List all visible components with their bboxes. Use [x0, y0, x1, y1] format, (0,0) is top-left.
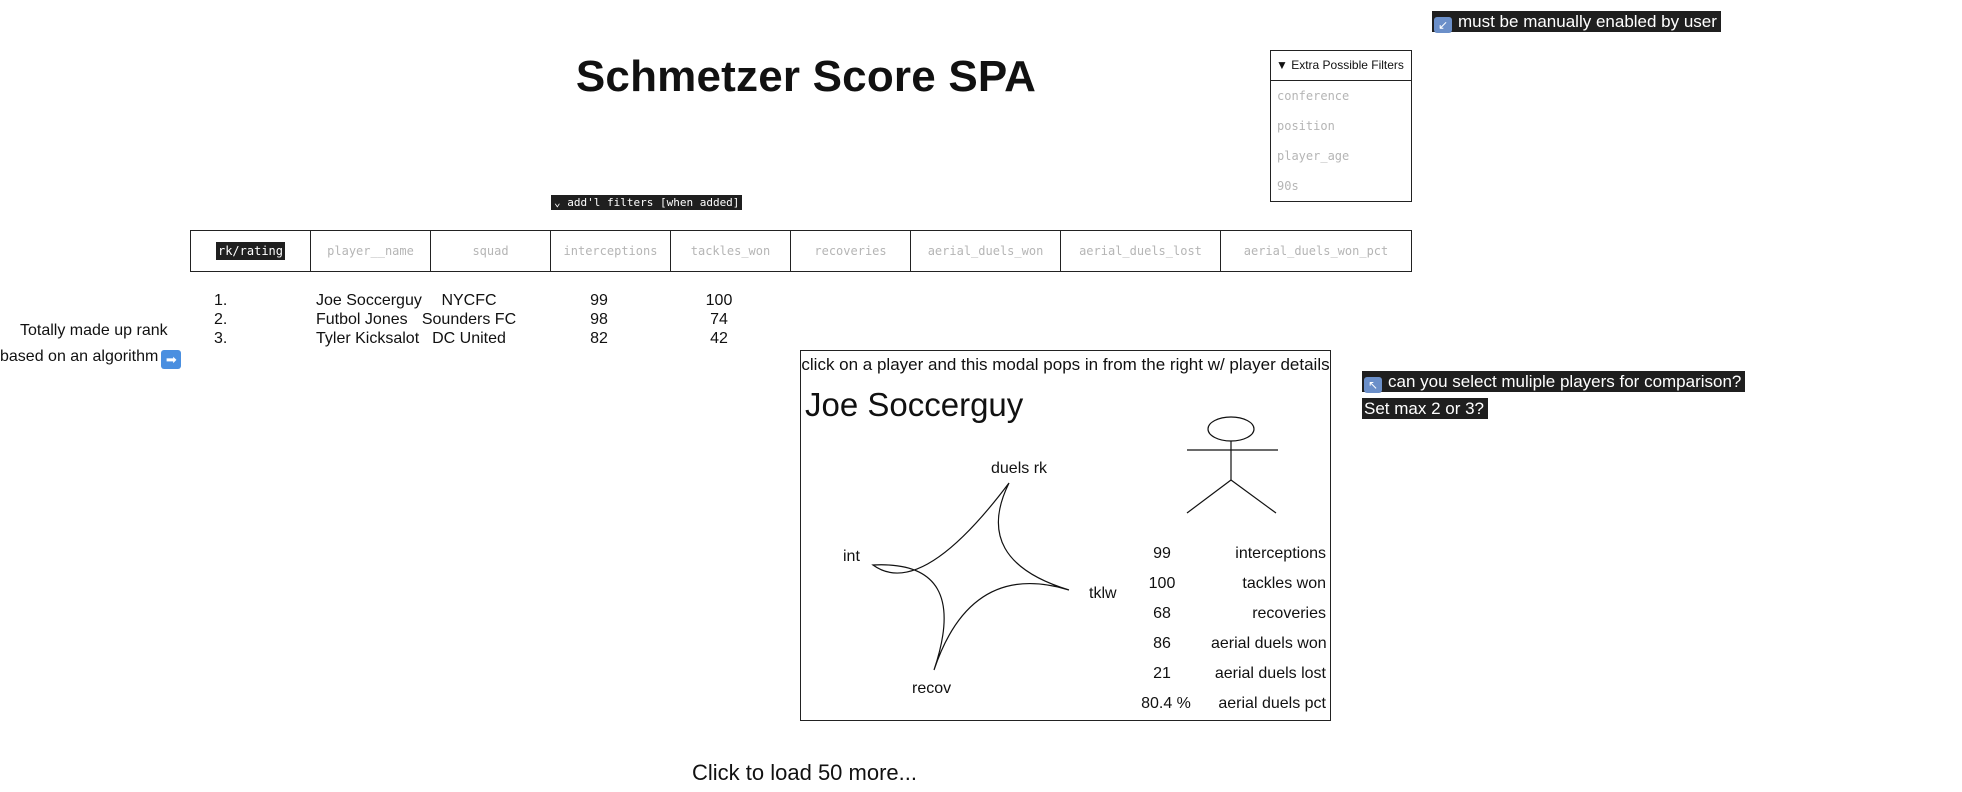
rank: 3.	[214, 330, 228, 347]
interceptions: 82	[590, 330, 608, 347]
column-squad[interactable]: squad	[431, 231, 551, 271]
extra-filters-header[interactable]: ▼ Extra Possible Filters	[1271, 51, 1411, 81]
tackles-won: 42	[710, 330, 728, 347]
diagonal-arrow-icon: ↖	[1364, 377, 1382, 393]
filter-option-player-age[interactable]: player_age	[1271, 141, 1411, 171]
player-list: 1. Joe Soccerguy NYCFC 99 100 2. Futbol …	[214, 292, 754, 349]
radar-shape	[871, 482, 1070, 671]
column-aerial-duels-won[interactable]: aerial_duels_won	[911, 231, 1061, 271]
filter-option-90s[interactable]: 90s	[1271, 171, 1411, 201]
rank-explanation-note: Totally made up rank based on an algorit…	[0, 318, 190, 370]
radar-label-int: int	[843, 548, 860, 565]
tackles-won: 100	[705, 292, 733, 309]
column-aerial-duels-won-pct[interactable]: aerial_duels_won_pct	[1221, 231, 1411, 271]
additional-filters-toggle[interactable]: ⌄ add'l filters [when added]	[551, 195, 743, 210]
radar-label-recov: recov	[912, 680, 952, 697]
player-name: Futbol Jones	[316, 311, 408, 328]
load-more-button[interactable]: Click to load 50 more...	[692, 760, 917, 786]
column-rk-rating[interactable]: rk/rating	[191, 231, 311, 271]
comparison-note: ↖ can you select muliple players for comp…	[1362, 371, 1746, 425]
tackles-won: 74	[710, 311, 728, 328]
column-interceptions[interactable]: interceptions	[551, 231, 671, 271]
diagonal-arrow-icon: ↙	[1434, 17, 1452, 33]
modal-caption: click on a player and this modal pops in…	[800, 350, 1331, 381]
squad: NYCFC	[441, 292, 497, 309]
player-row[interactable]: 1. Joe Soccerguy NYCFC 99 100	[214, 292, 754, 311]
column-player-name[interactable]: player__name	[311, 231, 431, 271]
filter-option-position[interactable]: position	[1271, 111, 1411, 141]
extra-filters-dropdown[interactable]: ▼ Extra Possible Filters conference posi…	[1270, 50, 1412, 202]
interceptions: 98	[590, 311, 608, 328]
manual-enable-note: ↙ must be manually enabled by user	[1432, 11, 1721, 33]
player-name: Tyler Kicksalot	[316, 330, 420, 347]
player-name: Joe Soccerguy	[316, 292, 422, 309]
column-aerial-duels-lost[interactable]: aerial_duels_lost	[1061, 231, 1221, 271]
radar-label-duels: duels rk	[991, 460, 1048, 477]
player-row[interactable]: 3. Tyler Kicksalot DC United 82 42	[214, 330, 754, 349]
column-tackles-won[interactable]: tackles_won	[671, 231, 791, 271]
filter-option-conference[interactable]: conference	[1271, 81, 1411, 111]
rank: 2.	[214, 311, 228, 328]
interceptions: 99	[590, 292, 608, 309]
radar-label-tklw: tklw	[1089, 585, 1117, 602]
right-arrow-icon: ➡	[161, 350, 182, 369]
column-recoveries[interactable]: recoveries	[791, 231, 911, 271]
player-avatar-icon	[1186, 416, 1278, 514]
player-row[interactable]: 2. Futbol Jones Sounders FC 98 74	[214, 311, 754, 330]
player-detail-modal: Joe Soccerguy duels rk int tklw recov 99…	[800, 380, 1331, 721]
squad: Sounders FC	[421, 311, 517, 328]
rank: 1.	[214, 292, 228, 309]
column-sort-bar: rk/rating player__name squad interceptio…	[190, 230, 1412, 272]
squad: DC United	[432, 330, 506, 347]
